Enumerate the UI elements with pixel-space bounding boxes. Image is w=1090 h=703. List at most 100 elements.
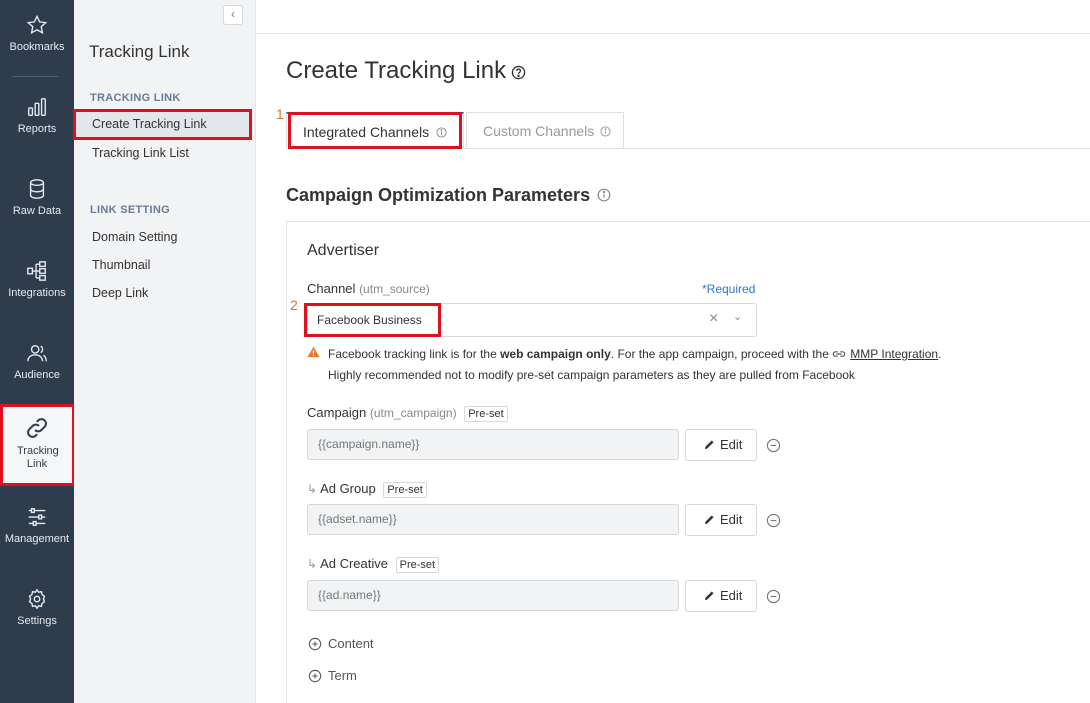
panel-title: Advertiser — [307, 242, 380, 259]
sidebar-item-thumbnail[interactable]: Thumbnail — [92, 258, 150, 272]
pencil-icon — [704, 515, 714, 525]
warning-bold: web campaign only — [500, 347, 611, 361]
edit-label: Edit — [720, 512, 743, 527]
rail-label: Reports — [17, 123, 57, 135]
add-content-label: Content — [328, 636, 374, 651]
tab-label: Custom Channels — [483, 123, 595, 139]
annotation-number-1: 1 — [276, 106, 284, 122]
rail-item-bookmarks[interactable]: Bookmarks — [0, 14, 74, 53]
sidebar-item-domain-setting[interactable]: Domain Setting — [92, 230, 177, 244]
child-arrow-icon: ↳ — [307, 557, 318, 571]
audience-icon — [27, 344, 47, 362]
channel-label: Channel (utm_source) — [307, 281, 430, 296]
pencil-icon — [704, 591, 714, 601]
ad-group-input[interactable]: {{adset.name}} — [307, 504, 679, 535]
ad-group-edit-button[interactable]: Edit — [685, 504, 757, 536]
star-icon — [26, 14, 48, 35]
link-small-icon — [832, 351, 846, 357]
child-arrow-icon: ↳ — [307, 482, 318, 496]
sidebar-item-tracking-link-list[interactable]: Tracking Link List — [92, 146, 189, 160]
collapse-sidebar-button[interactable]: ‹ — [223, 5, 243, 25]
rail-label: Settings — [17, 615, 57, 627]
integrations-icon — [27, 261, 46, 281]
sliders-icon — [28, 508, 46, 526]
sidebar-item-deep-link[interactable]: Deep Link — [92, 286, 148, 300]
main-content: Create Tracking Link 1 Integrated Channe… — [256, 0, 1090, 703]
sidebar-title: Tracking Link — [89, 42, 190, 61]
rail-label: Audience — [14, 369, 60, 381]
chevron-down-icon[interactable]: ⌄ — [733, 310, 742, 323]
campaign-label: Campaign (utm_campaign) Pre-set — [307, 405, 508, 422]
plus-circle-icon — [308, 669, 322, 683]
tab-label: Integrated Channels — [303, 124, 430, 140]
rail-item-raw-data[interactable]: Raw Data — [0, 178, 74, 217]
channel-select-value: Facebook Business — [317, 313, 422, 327]
warning-text: . — [938, 347, 942, 361]
sidebar-item-create-tracking-link[interactable]: Create Tracking Link — [76, 111, 250, 137]
rail-item-settings[interactable]: Settings — [0, 588, 74, 627]
campaign-edit-button[interactable]: Edit — [685, 429, 757, 461]
sidebar-section-link-setting: LINK SETTING — [90, 204, 170, 216]
remove-ad-group-icon[interactable] — [766, 513, 781, 528]
ad-creative-edit-button[interactable]: Edit — [685, 580, 757, 612]
plus-circle-icon — [308, 637, 322, 651]
campaign-label-text: Campaign — [307, 405, 367, 420]
ad-creative-label-text: Ad Creative — [320, 556, 388, 571]
warning-text: Facebook tracking link is for the — [328, 347, 501, 361]
rail-item-audience[interactable]: Audience — [0, 342, 74, 381]
rail-item-reports[interactable]: Reports — [0, 96, 74, 135]
add-content-button[interactable]: Content — [308, 636, 374, 651]
edit-label: Edit — [720, 437, 743, 452]
channel-label-text: Channel — [307, 281, 356, 296]
campaign-sub-label: (utm_campaign) — [369, 406, 457, 420]
app-root: Bookmarks Reports Raw Data Integrations … — [0, 0, 1090, 703]
section-title-text: Campaign Optimization Parameters — [286, 185, 591, 205]
pencil-icon — [704, 440, 714, 450]
rail-label: Integrations — [8, 287, 66, 299]
tab-custom-channels[interactable]: Custom Channels — [466, 112, 624, 149]
add-term-label: Term — [328, 668, 357, 683]
database-icon — [29, 179, 45, 199]
rail-item-management[interactable]: Management — [0, 506, 74, 545]
preset-badge: Pre-set — [395, 557, 440, 573]
page-title: Create Tracking Link — [286, 57, 507, 84]
edit-label: Edit — [720, 588, 743, 603]
rail-item-integrations[interactable]: Integrations — [0, 260, 74, 299]
tab-integrated-channels[interactable]: Integrated Channels — [286, 112, 464, 149]
warning-text-line-2: Highly recommended not to modify pre-set… — [328, 368, 855, 382]
remove-ad-creative-icon[interactable] — [766, 589, 781, 604]
ad-group-label: ↳ Ad Group Pre-set — [307, 481, 427, 498]
help-icon[interactable] — [511, 65, 526, 80]
section-title: Campaign Optimization Parameters — [286, 185, 611, 206]
bar-chart-icon — [28, 98, 46, 116]
annotation-number-2: 2 — [290, 297, 298, 313]
preset-badge: Pre-set — [464, 406, 508, 422]
top-bar — [256, 0, 1090, 34]
info-icon[interactable] — [597, 188, 611, 202]
nav-rail: Bookmarks Reports Raw Data Integrations … — [0, 0, 74, 703]
channel-sub-label: (utm_source) — [359, 282, 430, 296]
rail-divider — [12, 76, 58, 77]
rail-label: Management — [4, 533, 70, 545]
rail-item-tracking-link[interactable]: Tracking Link — [0, 404, 74, 484]
info-icon — [600, 126, 611, 137]
remove-campaign-icon[interactable] — [766, 438, 781, 453]
ad-creative-label: ↳ Ad Creative Pre-set — [307, 556, 440, 573]
required-indicator: *Required — [702, 282, 756, 296]
sidebar-section-tracking-link: TRACKING LINK — [90, 92, 181, 104]
warning-text-line-1: Facebook tracking link is for the web ca… — [328, 347, 941, 361]
campaign-input[interactable]: {{campaign.name}} — [307, 429, 679, 460]
gear-icon — [28, 588, 46, 610]
ad-group-label-text: Ad Group — [320, 481, 376, 496]
clear-icon[interactable]: × — [709, 310, 718, 328]
link-icon — [27, 418, 47, 438]
rail-label: Raw Data — [12, 205, 62, 217]
mmp-integration-link[interactable]: MMP Integration — [850, 347, 938, 361]
warning-icon — [307, 346, 320, 358]
secondary-sidebar: ‹ Tracking Link TRACKING LINK Create Tra… — [74, 0, 256, 703]
info-icon — [436, 127, 447, 138]
add-term-button[interactable]: Term — [308, 668, 357, 683]
rail-label: Tracking Link — [17, 445, 59, 470]
warning-text: . For the app campaign, proceed with the — [610, 347, 833, 361]
ad-creative-input[interactable]: {{ad.name}} — [307, 580, 679, 611]
